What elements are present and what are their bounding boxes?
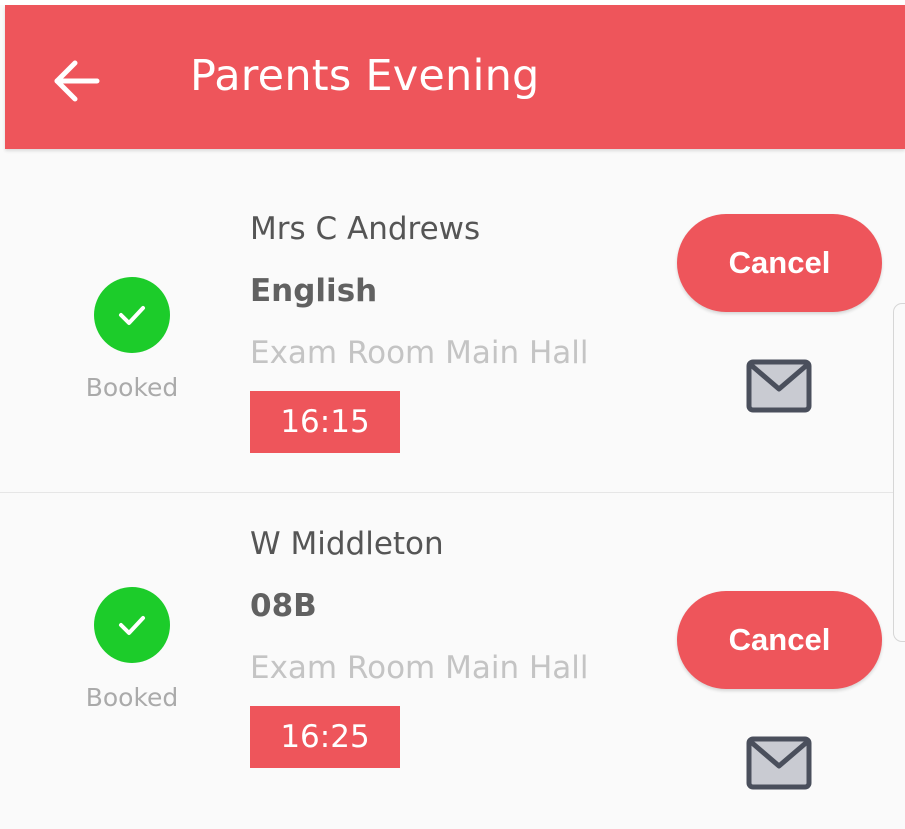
cancel-button[interactable]: Cancel bbox=[677, 214, 882, 312]
appointment-details: Mrs C Andrews English Exam Room Main Hal… bbox=[250, 207, 660, 453]
time-badge: 16:25 bbox=[250, 706, 400, 768]
side-edge-handle[interactable] bbox=[893, 303, 905, 642]
subject-name: 08B bbox=[250, 588, 317, 624]
subject-name: English bbox=[250, 273, 378, 309]
envelope-icon bbox=[746, 359, 812, 413]
check-circle-icon bbox=[94, 277, 170, 353]
location-text: Exam Room Main Hall bbox=[250, 335, 589, 371]
teacher-name: W Middleton bbox=[250, 526, 444, 562]
back-button[interactable] bbox=[51, 55, 103, 107]
envelope-icon bbox=[746, 736, 812, 790]
parents-evening-screen: Parents Evening Booked Mrs C Andrews Eng… bbox=[0, 0, 905, 829]
teacher-name: Mrs C Andrews bbox=[250, 211, 481, 247]
booking-status: Booked bbox=[80, 277, 184, 402]
check-circle-icon bbox=[94, 587, 170, 663]
booking-status: Booked bbox=[80, 587, 184, 712]
app-bar: Parents Evening bbox=[5, 5, 905, 149]
appointment-row: Booked Mrs C Andrews English Exam Room M… bbox=[0, 149, 905, 493]
status-label: Booked bbox=[85, 373, 179, 402]
message-button[interactable] bbox=[746, 359, 812, 413]
time-badge: 16:15 bbox=[250, 391, 400, 453]
appointment-details: W Middleton 08B Exam Room Main Hall 16:2… bbox=[250, 522, 660, 768]
message-button[interactable] bbox=[746, 736, 812, 790]
cancel-button[interactable]: Cancel bbox=[677, 591, 882, 689]
appointment-row: Booked W Middleton 08B Exam Room Main Ha… bbox=[0, 493, 905, 829]
status-label: Booked bbox=[85, 683, 179, 712]
arrow-left-icon bbox=[54, 60, 100, 102]
location-text: Exam Room Main Hall bbox=[250, 650, 589, 686]
page-title: Parents Evening bbox=[190, 51, 540, 101]
